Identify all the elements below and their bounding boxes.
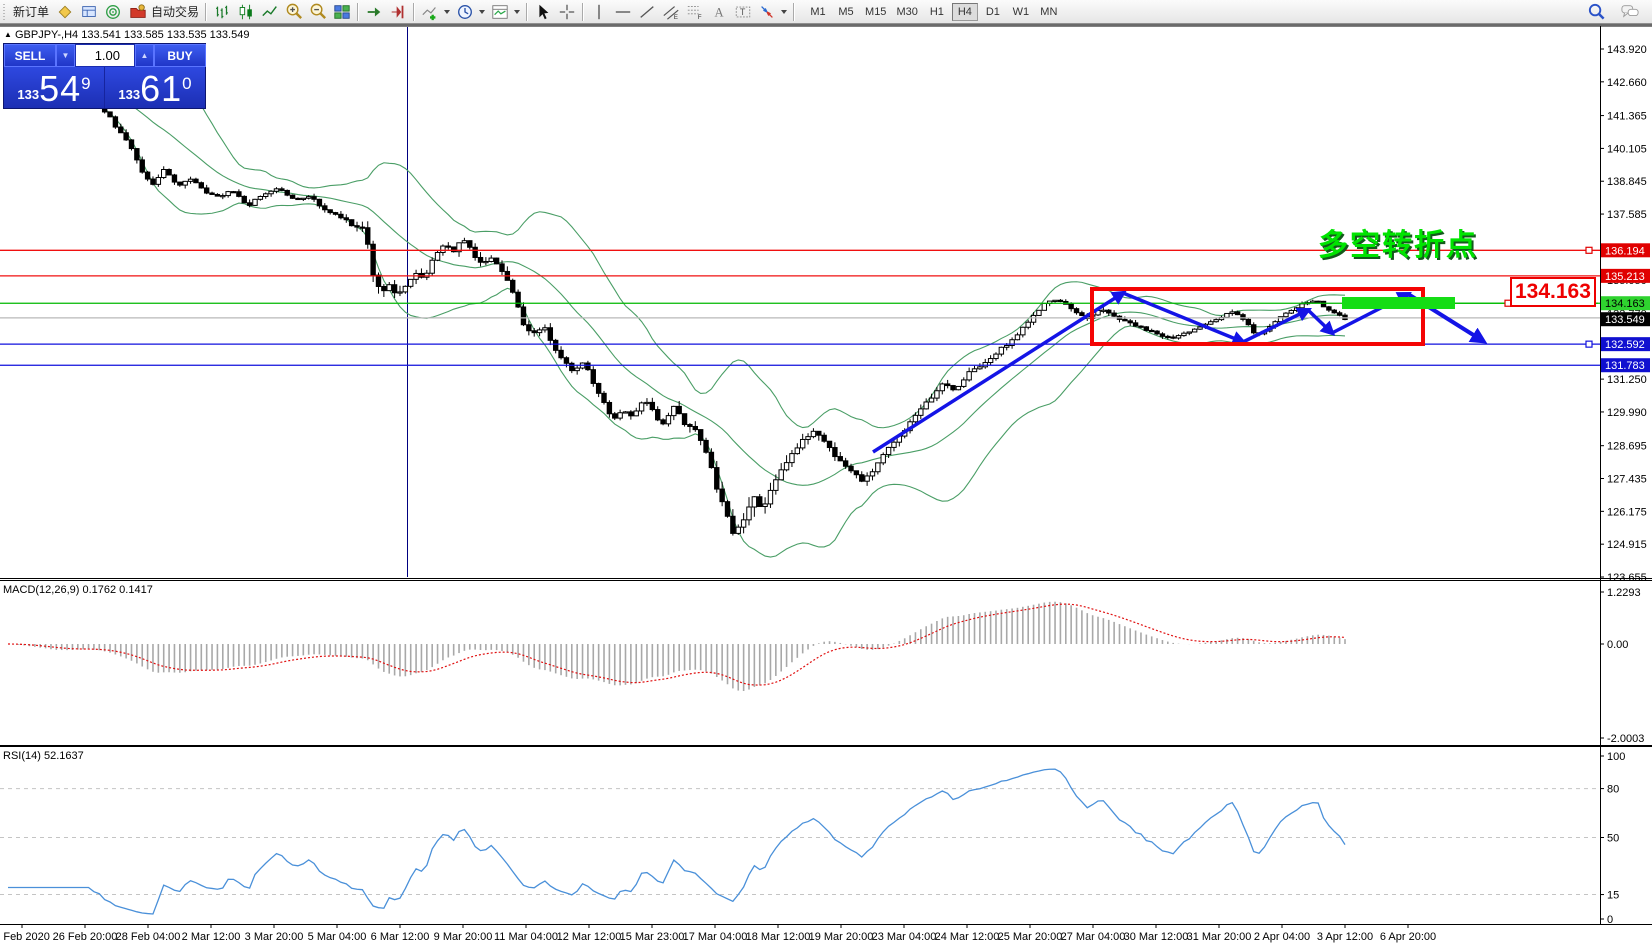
- rsi-axis: 100 80 50 15 0: [1600, 751, 1625, 926]
- svg-text:12 Mar 12:00: 12 Mar 12:00: [557, 931, 622, 943]
- svg-text:5 Mar 04:00: 5 Mar 04:00: [308, 931, 367, 943]
- svg-text:141.365: 141.365: [1607, 111, 1647, 123]
- svg-text:6 Mar 12:00: 6 Mar 12:00: [371, 931, 430, 943]
- svg-text:127.435: 127.435: [1607, 474, 1647, 486]
- price-callout-label: 134.163: [1510, 277, 1596, 307]
- collapse-icon[interactable]: ▲: [4, 30, 12, 39]
- svg-text:2 Mar 12:00: 2 Mar 12:00: [182, 931, 241, 943]
- svg-text:136.194: 136.194: [1605, 245, 1645, 257]
- svg-text:123.655: 123.655: [1607, 572, 1647, 584]
- svg-text:142.660: 142.660: [1607, 77, 1647, 89]
- svg-text:133.549: 133.549: [1605, 314, 1645, 326]
- buy-button[interactable]: BUY: [154, 44, 206, 67]
- svg-text:131.250: 131.250: [1607, 374, 1647, 386]
- svg-text:3 Apr 12:00: 3 Apr 12:00: [1317, 931, 1373, 943]
- svg-text:15 Mar 23:00: 15 Mar 23:00: [620, 931, 685, 943]
- svg-text:28 Feb 04:00: 28 Feb 04:00: [116, 931, 181, 943]
- svg-text:129.990: 129.990: [1607, 407, 1647, 419]
- sell-price-big: 54: [39, 72, 81, 106]
- buy-price-sup: 0: [182, 69, 191, 99]
- svg-text:131.783: 131.783: [1605, 360, 1645, 372]
- sell-price-sup: 9: [81, 69, 90, 99]
- svg-text:31 Mar 20:00: 31 Mar 20:00: [1187, 931, 1252, 943]
- svg-text:9 Mar 20:00: 9 Mar 20:00: [434, 931, 493, 943]
- key-level-green-bar: [1342, 297, 1455, 309]
- svg-text:138.845: 138.845: [1607, 176, 1647, 188]
- svg-text:17 Mar 04:00: 17 Mar 04:00: [683, 931, 748, 943]
- symbol-ohlc-text: GBPJPY-,H4 133.541 133.585 133.535 133.5…: [15, 29, 249, 41]
- one-click-trading-panel: SELL ▼ ▲ BUY 133 54 9 133 61 0: [3, 43, 206, 109]
- svg-text:-2.0003: -2.0003: [1607, 733, 1644, 745]
- svg-text:6 Apr 20:00: 6 Apr 20:00: [1380, 931, 1436, 943]
- sell-price[interactable]: 133 54 9: [4, 67, 104, 108]
- svg-text:24 Mar 12:00: 24 Mar 12:00: [935, 931, 1000, 943]
- buy-price-prefix: 133: [118, 84, 140, 106]
- svg-text:27 Mar 04:00: 27 Mar 04:00: [1061, 931, 1126, 943]
- sell-button[interactable]: SELL: [4, 44, 56, 67]
- volume-decrease-button[interactable]: ▼: [56, 44, 75, 67]
- svg-text:11 Mar 04:00: 11 Mar 04:00: [494, 931, 558, 943]
- svg-text:143.920: 143.920: [1607, 44, 1647, 56]
- svg-text:137.585: 137.585: [1607, 209, 1647, 221]
- svg-text:30 Mar 12:00: 30 Mar 12:00: [1124, 931, 1189, 943]
- macd-axis: 1.2293 0.00 -2.0003: [1600, 587, 1644, 745]
- bollinger-upper: [19, 61, 1345, 428]
- svg-text:2 Apr 04:00: 2 Apr 04:00: [1254, 931, 1310, 943]
- svg-text:140.105: 140.105: [1607, 143, 1647, 155]
- svg-text:100: 100: [1607, 751, 1625, 763]
- svg-text:126.175: 126.175: [1607, 506, 1647, 518]
- svg-text:80: 80: [1607, 784, 1619, 796]
- rsi-line: [8, 769, 1345, 914]
- chart-canvas[interactable]: 143.920 142.660 141.365 140.105 138.845 137.5…: [0, 0, 1652, 946]
- svg-text:135.213: 135.213: [1605, 271, 1645, 283]
- svg-text:0: 0: [1607, 914, 1613, 926]
- time-axis: 5 Feb 202026 Feb 20:0028 Feb 04:002 Mar …: [0, 924, 1436, 943]
- svg-text:124.915: 124.915: [1607, 539, 1647, 551]
- buy-price[interactable]: 133 61 0: [105, 67, 205, 108]
- svg-text:132.592: 132.592: [1605, 339, 1645, 351]
- svg-text:128.695: 128.695: [1607, 441, 1647, 453]
- panel-frame: [0, 26, 1652, 925]
- svg-text:26 Feb 20:00: 26 Feb 20:00: [53, 931, 118, 943]
- rsi-levels: [0, 789, 1600, 895]
- svg-text:18 Mar 12:00: 18 Mar 12:00: [746, 931, 811, 943]
- svg-text:134.163: 134.163: [1605, 298, 1645, 310]
- svg-text:23 Mar 04:00: 23 Mar 04:00: [872, 931, 937, 943]
- macd-histogram: [8, 602, 1345, 691]
- svg-text:25 Mar 20:00: 25 Mar 20:00: [998, 931, 1063, 943]
- symbol-info[interactable]: ▲ GBPJPY-,H4 133.541 133.585 133.535 133…: [4, 29, 249, 41]
- candles-layer: [6, 74, 1347, 535]
- macd-signal-line: [8, 604, 1345, 685]
- bollinger-lower: [19, 85, 1345, 557]
- bollinger-bands: [19, 61, 1345, 557]
- buy-price-big: 61: [140, 72, 182, 106]
- svg-text:1.2293: 1.2293: [1607, 587, 1641, 599]
- svg-text:5 Feb 2020: 5 Feb 2020: [0, 931, 50, 943]
- zigzag-arrows: [873, 293, 1483, 452]
- turning-point-annotation: 多空转折点: [1318, 220, 1478, 264]
- svg-text:0.00: 0.00: [1607, 639, 1628, 651]
- svg-text:3 Mar 20:00: 3 Mar 20:00: [245, 931, 304, 943]
- mt4-window: 新订单 自动交易: [0, 0, 1652, 946]
- volume-increase-button[interactable]: ▲: [135, 44, 154, 67]
- svg-text:15: 15: [1607, 890, 1619, 902]
- sell-price-prefix: 133: [17, 84, 39, 106]
- svg-text:19 Mar 20:00: 19 Mar 20:00: [809, 931, 874, 943]
- rsi-label: RSI(14) 52.1637: [3, 750, 84, 762]
- svg-text:50: 50: [1607, 833, 1619, 845]
- macd-label: MACD(12,26,9) 0.1762 0.1417: [3, 584, 153, 596]
- volume-input[interactable]: [75, 44, 135, 67]
